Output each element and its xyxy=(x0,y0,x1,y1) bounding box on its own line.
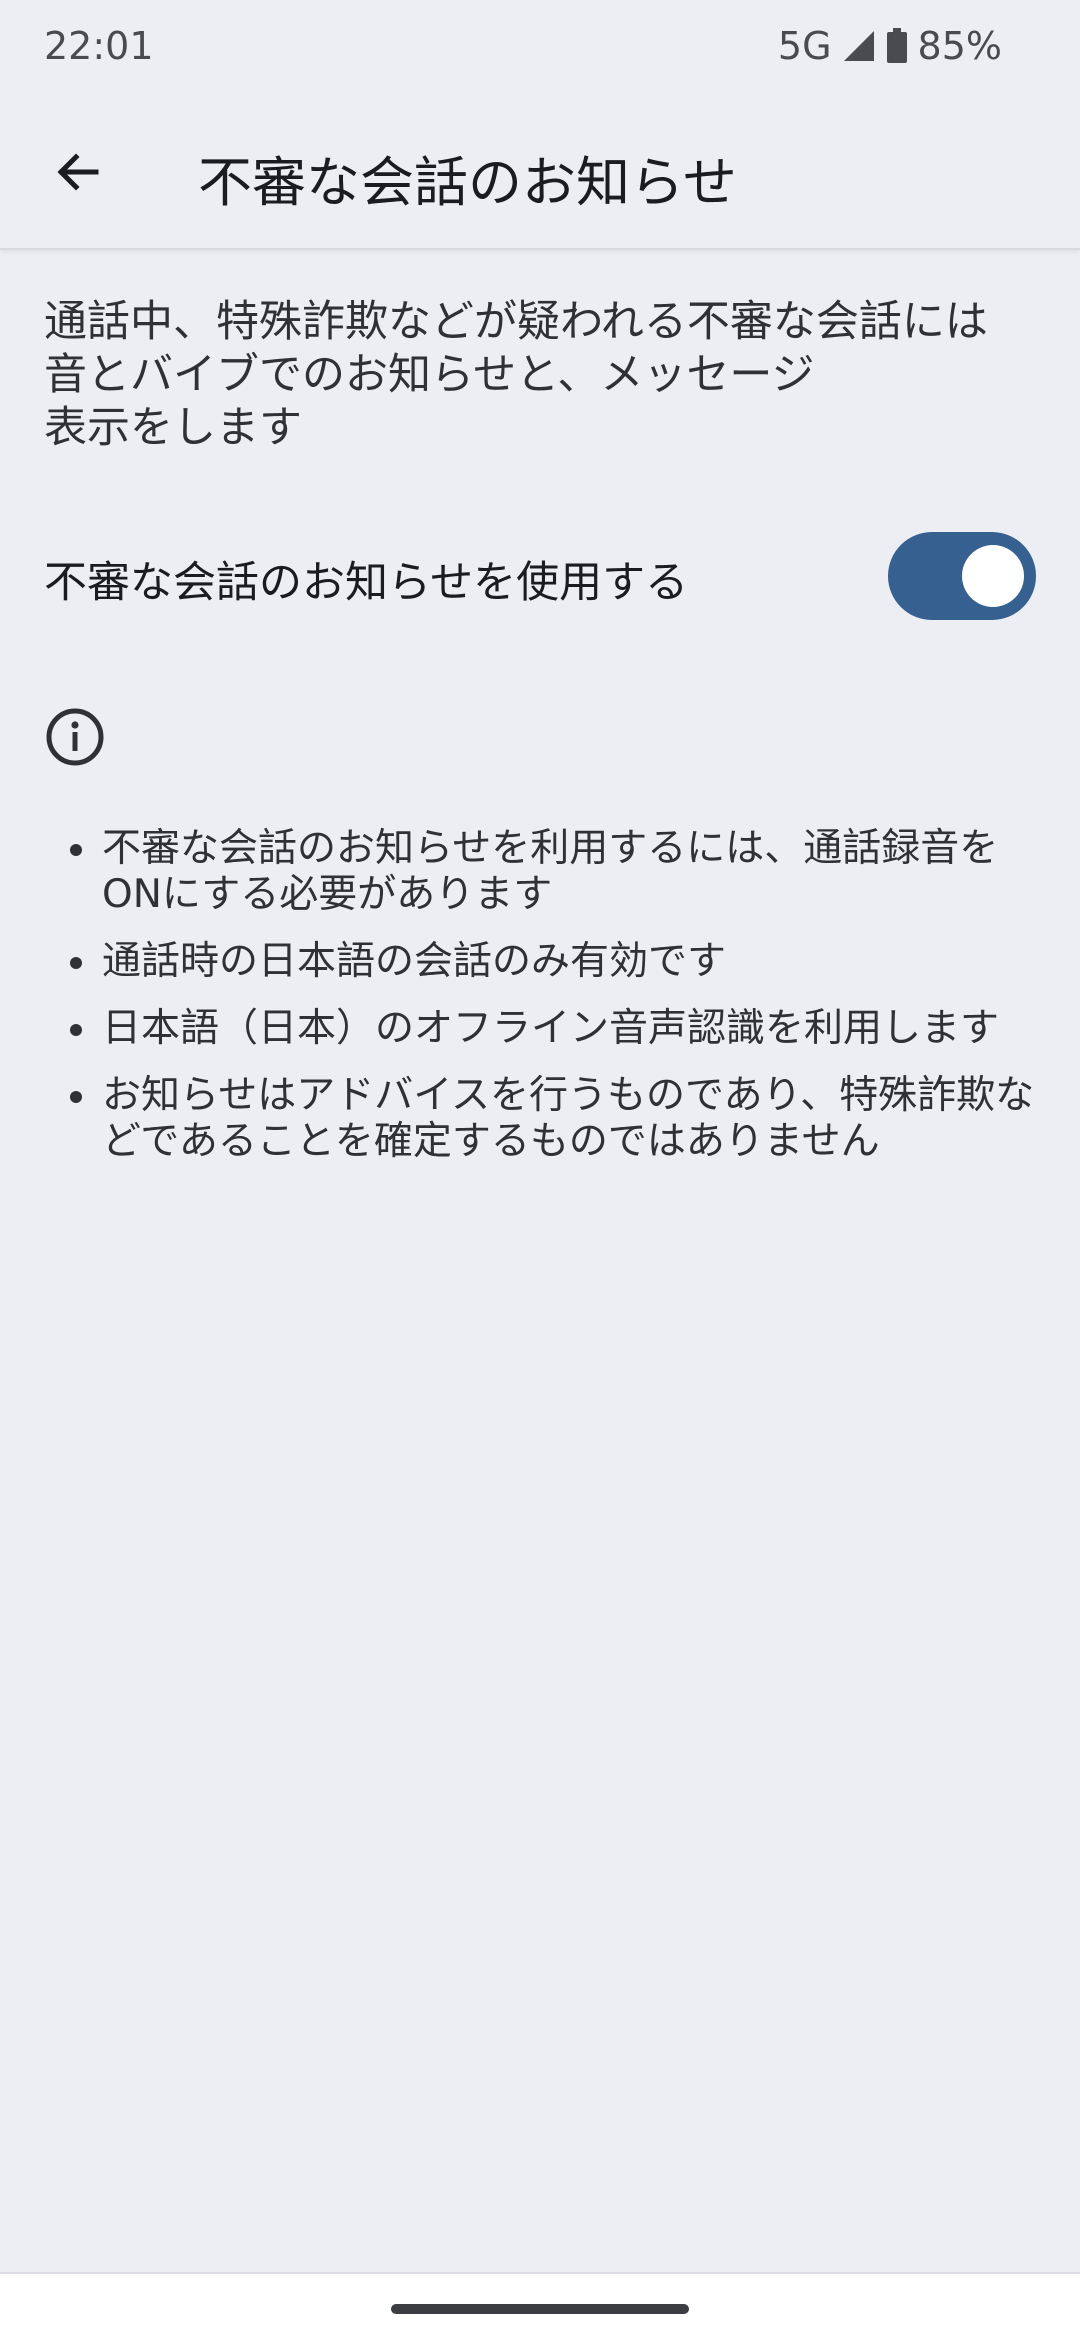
bullet xyxy=(70,844,82,856)
status-time: 22:01 xyxy=(44,24,154,68)
bullet xyxy=(70,957,82,969)
note-item: お知らせはアドバイスを行うものであり、特殊詐欺などであることを確定するものではあ… xyxy=(66,1073,1046,1165)
status-bar: 22:01 5G 85% xyxy=(0,0,1080,100)
note-text: 不審な会話のお知らせを利用するには、通話録音をONにする必要があります xyxy=(102,826,999,917)
battery-icon xyxy=(886,28,908,64)
status-indicators: 5G 85% xyxy=(778,24,1002,68)
feature-toggle-switch[interactable] xyxy=(888,532,1036,620)
feature-toggle-row[interactable]: 不審な会話のお知らせを使用する xyxy=(0,520,1080,630)
network-type: 5G xyxy=(777,24,832,68)
note-item: 通話時の日本語の会話のみ有効です xyxy=(66,939,1046,985)
note-text: 日本語（日本）のオフライン音声認識を利用します xyxy=(102,1006,1000,1051)
arrow-back-icon xyxy=(52,146,104,202)
note-text: 通話時の日本語の会話のみ有効です xyxy=(102,939,727,984)
battery-percentage: 85% xyxy=(917,24,1002,68)
feature-description: 通話中、特殊詐欺などが疑われる不審な会話には 音とバイブでのお知らせと、メッセー… xyxy=(44,297,988,453)
info-icon xyxy=(44,706,106,768)
back-button[interactable] xyxy=(38,134,118,214)
note-item: 不審な会話のお知らせを利用するには、通話録音をONにする必要があります xyxy=(66,826,1046,918)
home-indicator[interactable] xyxy=(391,2304,689,2314)
bullet xyxy=(70,1024,82,1036)
page-title: 不審な会話のお知らせ xyxy=(198,151,737,214)
bullet xyxy=(70,1091,82,1103)
gesture-nav-bar xyxy=(0,2272,1080,2342)
note-item: 日本語（日本）のオフライン音声認識を利用します xyxy=(66,1006,1046,1052)
signal-icon xyxy=(842,29,876,63)
toggle-thumb xyxy=(962,545,1024,607)
notes-list: 不審な会話のお知らせを利用するには、通話録音をONにする必要があります 通話時の… xyxy=(66,826,1046,1186)
note-text: お知らせはアドバイスを行うものであり、特殊詐欺などであることを確定するものではあ… xyxy=(102,1073,1035,1164)
app-bar: 不審な会話のお知らせ xyxy=(0,100,1080,250)
feature-toggle-label: 不審な会話のお知らせを使用する xyxy=(44,558,689,608)
